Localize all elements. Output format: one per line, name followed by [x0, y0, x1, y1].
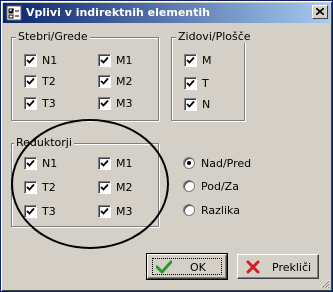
check-icon	[26, 56, 35, 64]
ok-button-label: OK	[190, 261, 206, 274]
resize-grip-icon[interactable]	[319, 278, 330, 289]
stebri-grede-group: Stebri/Grede N1 M1 T2 M2 T3 M3	[11, 30, 159, 121]
check-icon	[156, 260, 172, 274]
ok-button[interactable]: OK	[146, 253, 228, 280]
check-icon	[100, 159, 109, 167]
cancel-button-label: Prekliči	[272, 261, 312, 274]
group-title-stebri: Stebri/Grede	[16, 30, 90, 43]
check-icon	[26, 207, 35, 215]
close-icon	[316, 8, 324, 15]
radio-selected-dot	[187, 161, 191, 165]
check-icon	[100, 99, 109, 107]
reduktorji-group: Reduktorji N1 M1 T2 M2 T3 M3	[11, 136, 159, 227]
group-title-zidovi: Zidovi/Plošče	[176, 30, 253, 43]
check-icon	[100, 183, 109, 191]
check-icon	[26, 99, 35, 107]
check-icon	[100, 56, 109, 64]
window-title: Vplivi v indirektnih elementih	[26, 6, 210, 19]
check-icon	[186, 56, 195, 64]
check-icon	[26, 183, 35, 191]
check-icon	[26, 159, 35, 167]
cancel-x-icon	[246, 260, 260, 274]
close-button[interactable]	[312, 5, 328, 19]
zidovi-plosce-group: Zidovi/Plošče M T N	[171, 30, 253, 121]
group-title-reduktorji: Reduktorji	[14, 136, 74, 149]
title-bar[interactable]: Vplivi v indirektnih elementih	[3, 3, 330, 23]
check-icon	[186, 79, 195, 87]
app-icon	[6, 5, 22, 21]
check-icon	[26, 77, 35, 85]
check-icon	[100, 77, 109, 85]
check-icon	[186, 100, 195, 108]
cancel-button[interactable]: Prekliči	[237, 254, 319, 279]
dialog-window: Vplivi v indirektnih elementih Stebri/Gr…	[0, 0, 333, 292]
check-icon	[100, 207, 109, 215]
